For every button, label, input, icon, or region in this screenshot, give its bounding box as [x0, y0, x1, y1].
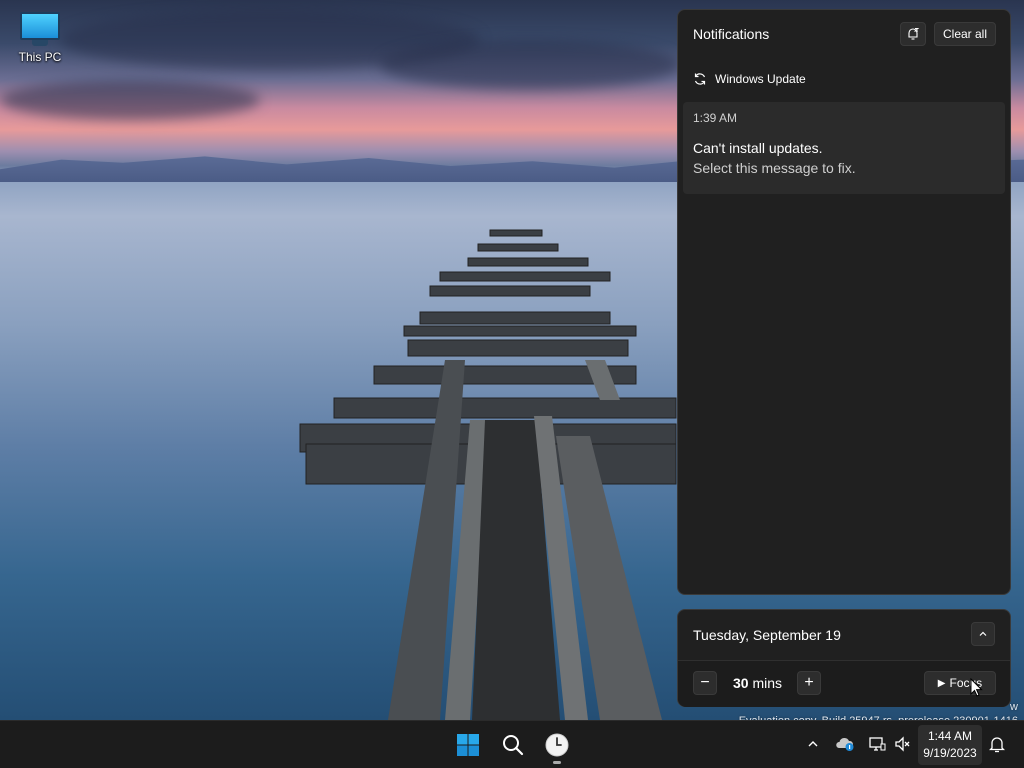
start-button[interactable] — [452, 729, 484, 761]
calendar-focus-panel: Tuesday, September 19 − 30 mins + ▶ Focu… — [677, 609, 1011, 707]
monitor-icon — [20, 12, 60, 40]
notification-title: Notifications — [693, 26, 770, 42]
do-not-disturb-button[interactable] — [900, 22, 926, 46]
decrease-minutes-button[interactable]: − — [693, 671, 717, 695]
bell-zz-icon — [908, 28, 920, 40]
focus-duration: 30 mins — [733, 675, 782, 691]
notification-header: Notifications Clear all — [678, 10, 1010, 58]
search-icon — [503, 735, 524, 756]
bell-icon — [989, 737, 1005, 753]
volume-muted-icon — [895, 736, 910, 752]
notification-center-button[interactable] — [986, 733, 1008, 755]
play-icon: ▶ — [937, 677, 946, 689]
calendar-collapse-button[interactable] — [971, 622, 995, 646]
focus-session-row: − 30 mins + ▶ Focus — [678, 661, 1010, 707]
notification-time: 1:39 AM — [693, 111, 738, 125]
calendar-date: Tuesday, September 19 — [693, 627, 841, 643]
taskbar-time: 1:44 AM — [927, 729, 973, 743]
onedrive-tray-button[interactable] — [834, 733, 856, 755]
volume-tray-button[interactable] — [892, 733, 914, 755]
clock-icon — [545, 733, 569, 757]
notification-heading: Can't install updates. — [693, 140, 823, 156]
taskbar-clock-app[interactable] — [541, 729, 573, 764]
focus-minutes-unit: mins — [752, 675, 783, 691]
taskbar-date: 9/19/2023 — [923, 746, 977, 760]
notification-app-name: Windows Update — [715, 72, 806, 86]
notification-item[interactable]: 1:39 AM Can't install updates. Select th… — [683, 102, 1005, 194]
chevron-up-icon — [808, 741, 818, 747]
taskbar-clock[interactable]: 1:44 AM 9/19/2023 — [918, 725, 982, 765]
increase-minutes-button[interactable]: + — [797, 671, 821, 695]
running-indicator — [553, 761, 561, 764]
network-tray-button[interactable] — [866, 733, 888, 755]
notification-group-windows-update[interactable]: Windows Update — [693, 68, 806, 90]
desktop-icon-this-pc[interactable]: This PC — [12, 8, 68, 64]
show-hidden-icons-button[interactable] — [802, 733, 824, 755]
chevron-up-icon — [979, 631, 987, 636]
taskbar: 1:44 AM 9/19/2023 — [0, 720, 1024, 768]
network-icon — [869, 737, 886, 751]
search-button[interactable] — [497, 729, 529, 761]
mouse-cursor-icon — [970, 678, 983, 697]
refresh-icon — [694, 73, 706, 85]
focus-minutes-value: 30 — [733, 675, 749, 691]
start-focus-button[interactable]: ▶ Focus — [924, 671, 996, 695]
notification-center: Notifications Clear all Windows Update 1… — [677, 9, 1011, 595]
clear-all-button[interactable]: Clear all — [934, 22, 996, 46]
onedrive-icon — [836, 737, 854, 751]
desktop-icon-label: This PC — [18, 50, 62, 64]
notification-body: Select this message to fix. — [693, 160, 856, 176]
windows-logo-icon — [457, 734, 479, 756]
